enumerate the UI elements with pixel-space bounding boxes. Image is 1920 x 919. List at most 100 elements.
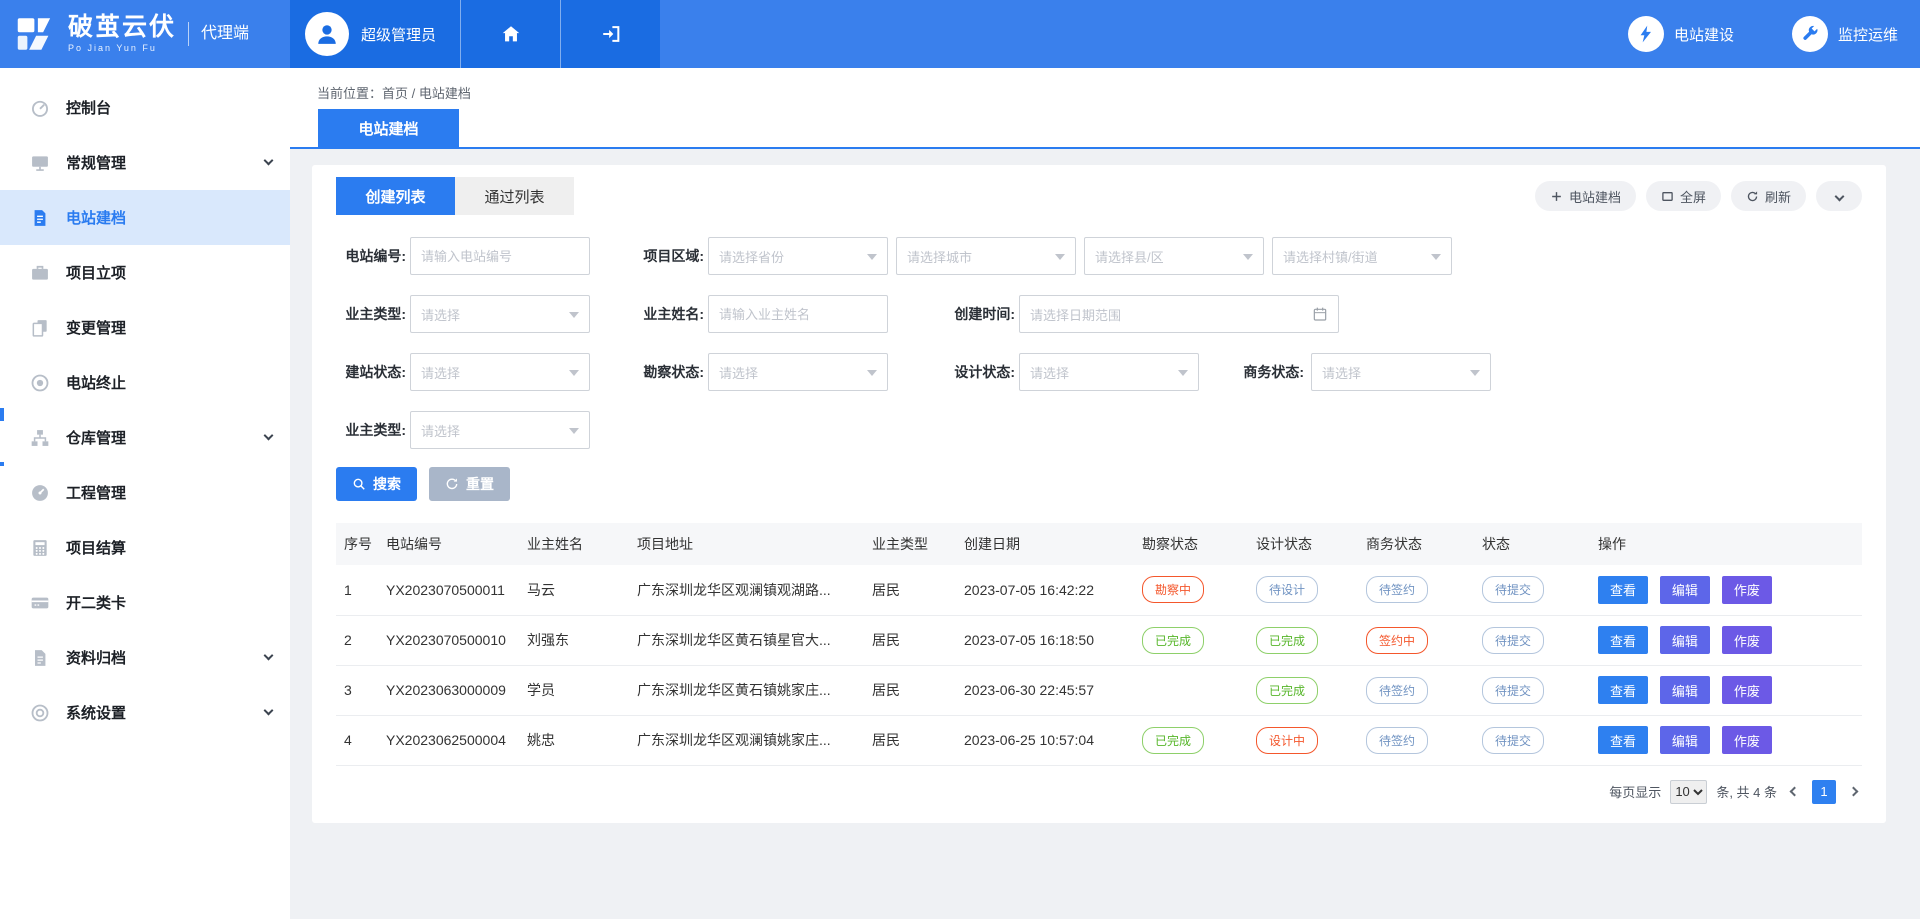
logo-text: 破茧云伏 Po Jian Yun Fu <box>68 15 176 53</box>
view-button[interactable]: 查看 <box>1598 626 1648 654</box>
user-menu[interactable]: 超级管理员 <box>290 0 460 68</box>
sidebar-item-label: 资料归档 <box>66 647 126 668</box>
fullscreen-button[interactable]: 全屏 <box>1646 181 1721 211</box>
per-page-label: 每页显示 <box>1609 782 1661 801</box>
prev-page-button[interactable] <box>1786 788 1803 795</box>
refresh-button[interactable]: 刷新 <box>1731 181 1806 211</box>
owner-type-select[interactable]: 请选择 <box>410 295 590 333</box>
sidebar-item-label: 项目立项 <box>66 262 126 283</box>
home-button[interactable] <box>460 0 560 68</box>
calculator-icon <box>30 537 50 559</box>
tab-create-list[interactable]: 创建列表 <box>336 177 455 215</box>
sidebar-item-label: 仓库管理 <box>66 427 126 448</box>
collapse-button[interactable] <box>1816 181 1862 211</box>
void-button[interactable]: 作废 <box>1722 576 1772 604</box>
filter-panel: 电站编号: 项目区域: 请选择省份 请选择城市 请选择县/区 请选择村镇/街道 … <box>336 237 1862 449</box>
table-row: 3 YX2023063000009 学员 广东深圳龙华区黄石镇姚家庄... 居民… <box>336 665 1862 715</box>
design-status-select[interactable]: 请选择 <box>1019 353 1199 391</box>
sidebar-item-label: 常规管理 <box>66 152 126 173</box>
create-time-label: 创建时间: <box>943 295 1015 333</box>
settings-icon <box>30 702 50 724</box>
view-button[interactable]: 查看 <box>1598 676 1648 704</box>
next-page-button[interactable] <box>1845 788 1862 795</box>
nav-station-build[interactable]: 电站建设 <box>1628 16 1734 52</box>
void-button[interactable]: 作废 <box>1722 626 1772 654</box>
view-button[interactable]: 查看 <box>1598 726 1648 754</box>
header-right-nav: 电站建设 监控运维 <box>660 0 1920 68</box>
dropdown-arrow-icon <box>569 312 579 323</box>
sidebar-item-project-settlement[interactable]: 项目结算 <box>0 520 290 575</box>
station-no-input[interactable] <box>410 237 590 275</box>
col-header: 项目地址 <box>629 523 864 565</box>
tab-passed-list[interactable]: 通过列表 <box>455 177 574 215</box>
chevron-down-icon <box>1834 191 1844 201</box>
view-button[interactable]: 查看 <box>1598 576 1648 604</box>
sitemap-icon <box>30 427 50 449</box>
owner-name-input[interactable] <box>708 295 888 333</box>
status-badge: 待设计 <box>1256 576 1318 603</box>
card-icon <box>30 592 50 614</box>
edit-button[interactable]: 编辑 <box>1660 626 1710 654</box>
reset-button[interactable]: 重置 <box>429 467 510 501</box>
void-button[interactable]: 作废 <box>1722 726 1772 754</box>
sidebar-item-console[interactable]: 控制台 <box>0 80 290 135</box>
sidebar-item-station-filing[interactable]: 电站建档 <box>0 190 290 245</box>
calendar-icon <box>1312 306 1328 322</box>
logout-button[interactable] <box>560 0 660 68</box>
page-number-current[interactable]: 1 <box>1812 780 1836 804</box>
col-header: 操作 <box>1590 523 1862 565</box>
edit-button[interactable]: 编辑 <box>1660 676 1710 704</box>
edit-button[interactable]: 编辑 <box>1660 726 1710 754</box>
app-subtitle: Po Jian Yun Fu <box>68 43 176 53</box>
sidebar-item-engineering-mgmt[interactable]: 工程管理 <box>0 465 290 520</box>
build-status-label: 建站状态: <box>336 353 406 391</box>
status-badge: 待提交 <box>1482 727 1544 754</box>
survey-status-select[interactable]: 请选择 <box>708 353 888 391</box>
sidebar-item-change-mgmt[interactable]: 变更管理 <box>0 300 290 355</box>
toolbar: 电站建档 全屏 刷新 <box>1535 181 1862 211</box>
filter-row-2: 业主类型: 请选择 业主姓名: 创建时间: 请选择日期范围 <box>336 295 1862 333</box>
sidebar-item-warehouse-mgmt[interactable]: 仓库管理 <box>0 410 290 465</box>
edit-button[interactable]: 编辑 <box>1660 576 1710 604</box>
design-status-label: 设计状态: <box>943 353 1015 391</box>
sidebar-item-class2-card[interactable]: 开二类卡 <box>0 575 290 630</box>
sidebar-item-general-mgmt[interactable]: 常规管理 <box>0 135 290 190</box>
sidebar-scrollbar-mark <box>0 462 4 466</box>
sidebar-item-archive[interactable]: 资料归档 <box>0 630 290 685</box>
portal-label: 代理端 <box>188 22 249 46</box>
dropdown-arrow-icon <box>1178 370 1188 381</box>
district-select[interactable]: 请选择县/区 <box>1084 237 1264 275</box>
sidebar-item-project-setup[interactable]: 项目立项 <box>0 245 290 300</box>
city-select[interactable]: 请选择城市 <box>896 237 1076 275</box>
fullscreen-icon <box>1661 190 1674 203</box>
filter-row-4: 业主类型: 请选择 <box>336 411 1862 449</box>
date-range-picker[interactable]: 请选择日期范围 <box>1019 295 1339 333</box>
status-badge: 待签约 <box>1366 576 1428 603</box>
nav-station-build-label: 电站建设 <box>1674 24 1734 45</box>
filter-row-1: 电站编号: 项目区域: 请选择省份 请选择城市 请选择县/区 请选择村镇/街道 <box>336 237 1862 275</box>
owner-type2-select[interactable]: 请选择 <box>410 411 590 449</box>
dropdown-arrow-icon <box>569 370 579 381</box>
page-tab-station-filing[interactable]: 电站建档 <box>318 109 459 147</box>
station-table: 序号 电站编号 业主姓名 项目地址 业主类型 创建日期 勘察状态 设计状态 商务… <box>336 523 1862 766</box>
breadcrumb-path[interactable]: 首页 / 电站建档 <box>382 86 471 101</box>
pagination: 每页显示 10 条, 共 4 条 1 <box>336 780 1862 804</box>
town-select[interactable]: 请选择村镇/街道 <box>1272 237 1452 275</box>
per-page-select[interactable]: 10 <box>1670 780 1707 804</box>
col-header: 状态 <box>1474 523 1590 565</box>
sidebar-item-system-settings[interactable]: 系统设置 <box>0 685 290 740</box>
breadcrumb-label: 当前位置： <box>317 86 382 101</box>
province-select[interactable]: 请选择省份 <box>708 237 888 275</box>
void-button[interactable]: 作废 <box>1722 676 1772 704</box>
build-status-select[interactable]: 请选择 <box>410 353 590 391</box>
business-status-label: 商务状态: <box>1232 353 1304 391</box>
search-button[interactable]: 搜索 <box>336 467 417 501</box>
status-badge: 勘察中 <box>1142 576 1204 603</box>
fullscreen-label: 全屏 <box>1680 187 1706 206</box>
create-station-button[interactable]: 电站建档 <box>1535 181 1636 211</box>
sidebar-item-label: 工程管理 <box>66 482 126 503</box>
sidebar-item-station-terminate[interactable]: 电站终止 <box>0 355 290 410</box>
nav-monitor-ops[interactable]: 监控运维 <box>1792 16 1898 52</box>
business-status-select[interactable]: 请选择 <box>1311 353 1491 391</box>
dropdown-arrow-icon <box>867 254 877 265</box>
